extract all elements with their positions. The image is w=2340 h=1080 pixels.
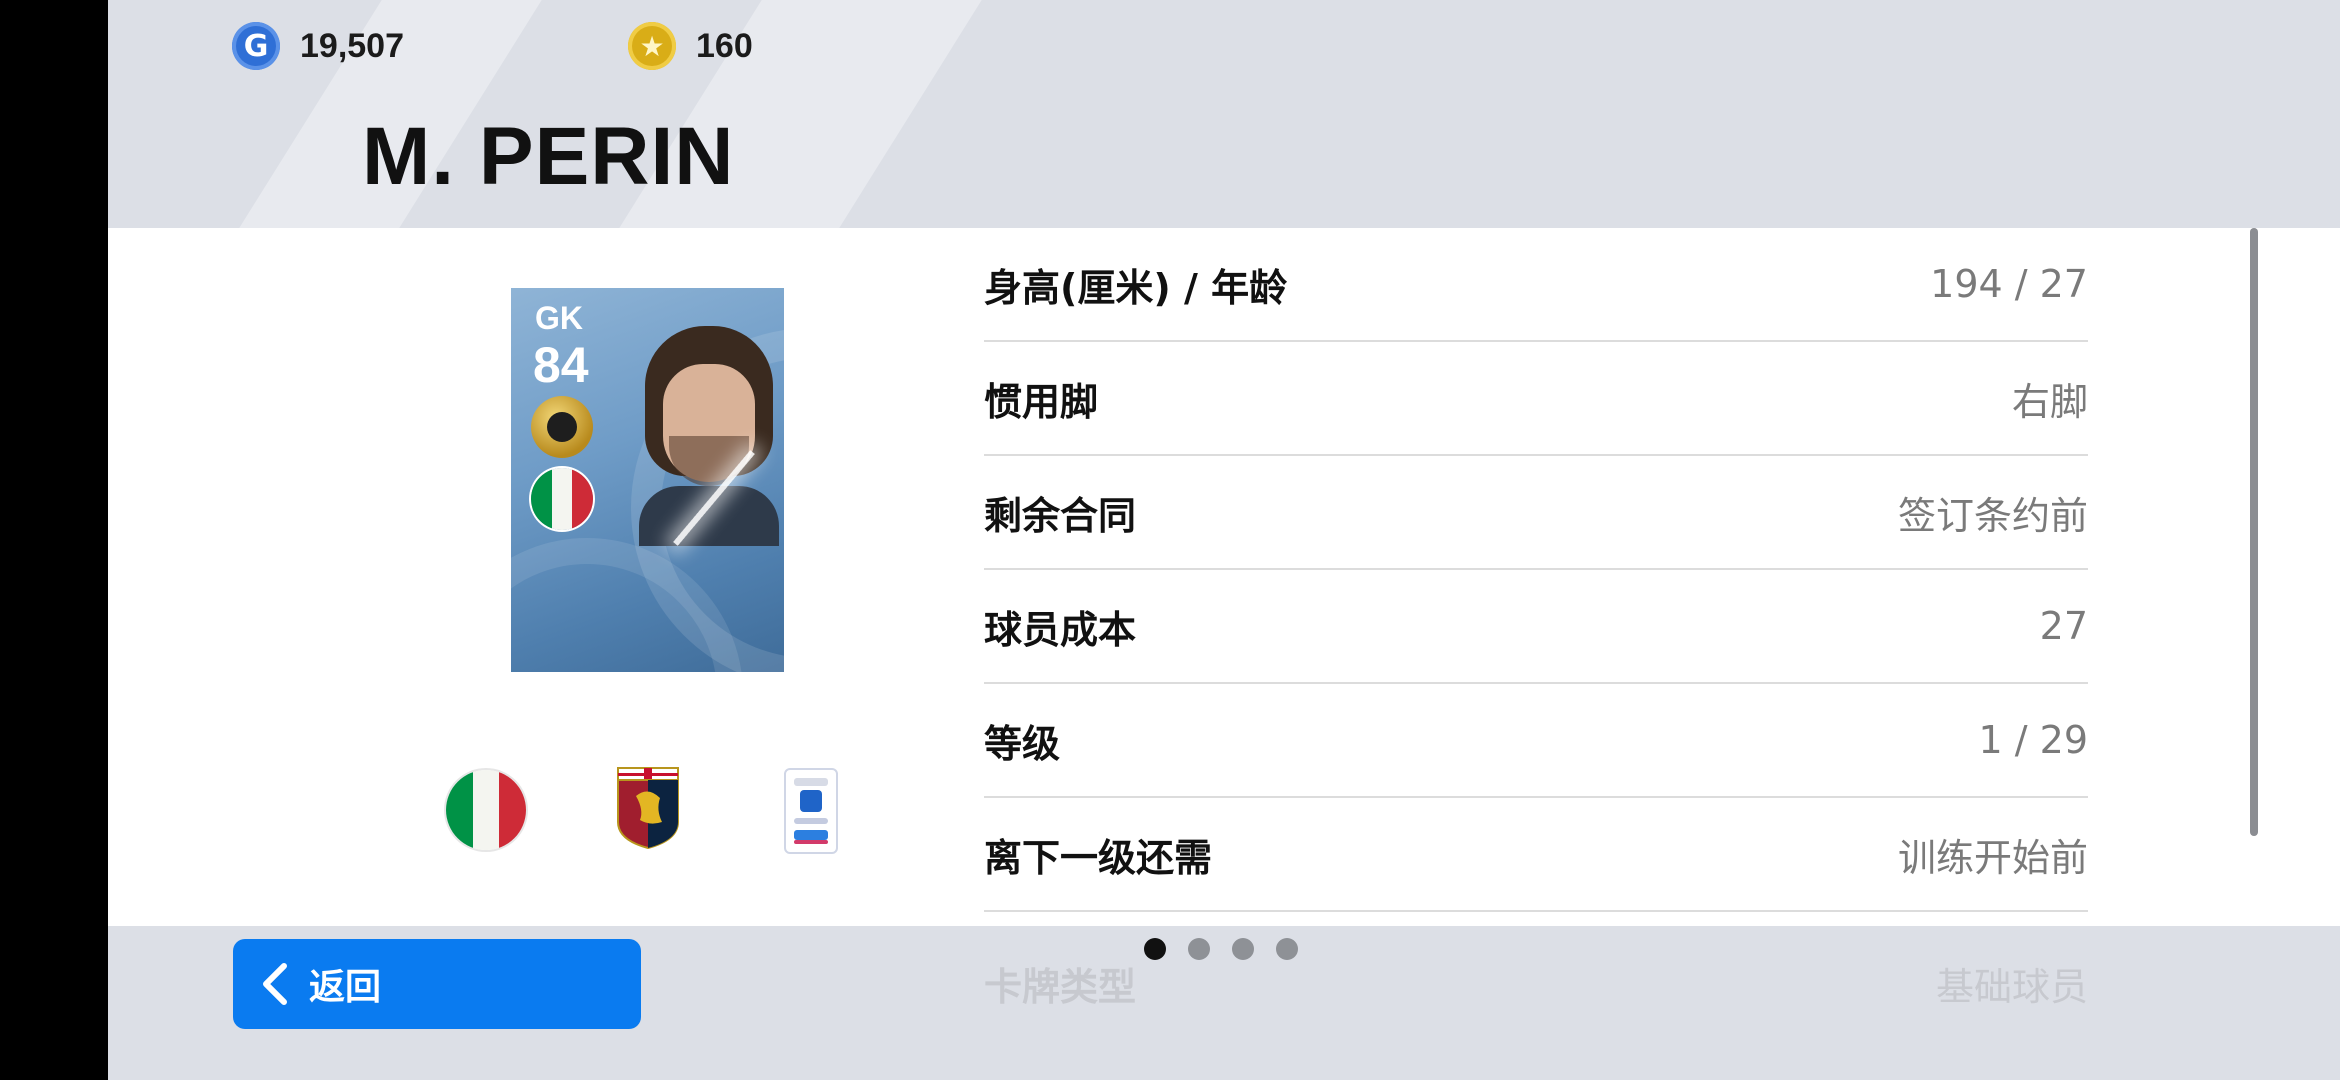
stat-value: 签订条约前 (1897, 493, 2088, 538)
chevron-left-icon (255, 963, 295, 1005)
stat-value: 基础球员 (1935, 964, 2088, 1009)
stat-label: 惯用脚 (984, 379, 1099, 424)
gp-balance: G 19,507 (232, 18, 404, 74)
player-portrait (639, 326, 779, 546)
stat-value: 右脚 (2011, 379, 2088, 424)
stat-row-player-cost: 球员成本 27 (984, 570, 2088, 684)
genoa-crest-icon[interactable] (616, 766, 680, 850)
card-rating: 84 (533, 337, 589, 393)
back-button[interactable]: 返回 (233, 939, 641, 1029)
page-dot[interactable] (1232, 938, 1254, 960)
top-bar: G 19,507 ★ 160 M. PERIN (108, 0, 2340, 228)
stat-label: 身高(厘米) / 年龄 (984, 265, 1288, 310)
coin-balance: ★ 160 (628, 18, 753, 74)
back-button-label: 返回 (309, 967, 382, 1008)
gold-badge-icon (531, 396, 593, 458)
page-dot[interactable] (1144, 938, 1166, 960)
stat-value: 194 / 27 (1930, 262, 2088, 306)
stat-row-level: 等级 1 / 29 (984, 684, 2088, 798)
stat-label: 球员成本 (984, 607, 1137, 652)
italy-flag-icon[interactable] (446, 770, 526, 850)
stat-row-height-age: 身高(厘米) / 年龄 194 / 27 (984, 228, 2088, 342)
scrollbar-thumb[interactable] (2250, 228, 2258, 836)
stat-value: 1 / 29 (1978, 718, 2089, 762)
serie-a-logo-icon[interactable] (784, 768, 838, 854)
player-name: M. PERIN (362, 111, 735, 202)
stat-label: 离下一级还需 (984, 835, 1213, 880)
page-dot[interactable] (1276, 938, 1298, 960)
page-dot[interactable] (1188, 938, 1210, 960)
stat-row-next-level: 离下一级还需 训练开始前 (984, 798, 2088, 912)
player-card[interactable]: GK 84 (511, 288, 784, 672)
coin-amount: 160 (696, 26, 753, 65)
scrollbar[interactable] (2250, 228, 2258, 836)
player-info-panel: GK 84 身高(厘米) / 年龄 194 / 27 惯用脚 右脚 剩余合同 签… (108, 228, 2340, 926)
gp-amount: 19,507 (300, 26, 404, 65)
card-position: GK (535, 300, 583, 336)
stat-row-contract: 剩余合同 签订条约前 (984, 456, 2088, 570)
player-detail-screen: G 19,507 ★ 160 M. PERIN GK 84 身高(厘米) / 年… (108, 0, 2340, 1080)
stat-label: 剩余合同 (984, 493, 1137, 538)
stat-row-preferred-foot: 惯用脚 右脚 (984, 342, 2088, 456)
stat-label: 卡牌类型 (984, 964, 1137, 1009)
page-indicator[interactable] (1144, 938, 1298, 960)
stat-label: 等级 (984, 721, 1061, 766)
g-coin-icon: G (232, 22, 280, 70)
player-stats-list[interactable]: 身高(厘米) / 年龄 194 / 27 惯用脚 右脚 剩余合同 签订条约前 球… (984, 228, 2088, 912)
italy-flag-icon (531, 468, 593, 530)
stat-value: 27 (2039, 604, 2088, 648)
stat-value: 训练开始前 (1897, 835, 2088, 880)
star-coin-icon: ★ (628, 22, 676, 70)
